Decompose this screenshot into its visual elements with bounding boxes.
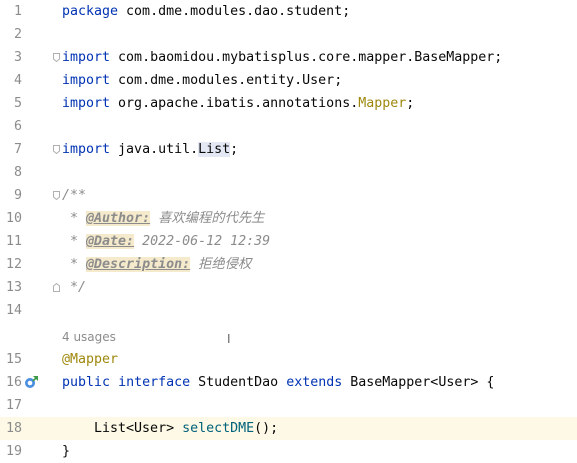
code-text[interactable]: import com.baomidou.mybatisplus.core.map… [62, 46, 502, 69]
code-line[interactable]: 8 [0, 161, 577, 184]
line-number: 16 [5, 375, 22, 390]
code-token: * [62, 211, 87, 226]
code-text[interactable]: } [62, 440, 70, 463]
code-token: ; [230, 142, 239, 157]
line-number: 13 [5, 280, 22, 295]
code-line[interactable]: 15 @Mapper [0, 348, 577, 371]
line-number: 17 [5, 398, 22, 413]
code-line[interactable]: 5 import org.apache.ibatis.annotations.Ma… [0, 92, 577, 115]
code-token: * [62, 234, 87, 249]
line-number: 2 [13, 27, 22, 42]
usages-inlay-hint[interactable]: 4 usages [62, 326, 116, 349]
code-line[interactable]: 6 [0, 115, 577, 138]
code-token: @Description: [86, 257, 191, 272]
code-text[interactable]: * @Author: 喜欢编程的代先生 [62, 207, 264, 230]
code-line[interactable]: 18 List<User> selectDME(); [0, 417, 577, 440]
code-text[interactable]: * @Description: 拒绝侵权 [62, 253, 251, 276]
code-token: import [62, 73, 119, 88]
line-number: 7 [13, 142, 22, 157]
code-token: com.baomidou.mybatisplus.core.mapper.Bas… [118, 50, 503, 65]
code-line[interactable]: 10 * @Author: 喜欢编程的代先生 [0, 207, 577, 230]
code-token: List [198, 142, 231, 157]
code-token: } [62, 444, 71, 459]
code-token: BaseMapper<User> { [342, 375, 495, 390]
code-token: ; [406, 96, 415, 111]
code-token: extends [286, 375, 343, 390]
line-number: 8 [13, 165, 22, 180]
line-number: 19 [5, 444, 22, 459]
code-token: interface [118, 375, 191, 390]
code-token: * [62, 257, 87, 272]
code-line[interactable]: 16 public interface StudentDao extends Ba… [0, 371, 577, 394]
mouse-text-cursor: I [227, 332, 231, 346]
implemented-interface-icon[interactable] [24, 374, 40, 390]
code-token: import [62, 142, 119, 157]
line-number: 6 [13, 119, 22, 134]
code-token: package [62, 4, 127, 19]
fold-marker-icon[interactable] [53, 191, 60, 200]
code-line[interactable]: 17 [0, 394, 577, 417]
code-token: java.util. [118, 142, 199, 157]
line-number: 9 [13, 188, 22, 203]
code-text[interactable]: * @Date: 2022-06-12 12:39 [62, 230, 270, 253]
code-token: @Author: [86, 211, 151, 226]
code-line[interactable]: 9 /** [0, 184, 577, 207]
code-text[interactable]: /** [62, 184, 86, 207]
code-token: import [62, 50, 119, 65]
code-text[interactable]: import com.dme.modules.entity.User; [62, 69, 342, 92]
code-token: @Mapper [62, 352, 119, 367]
code-token: StudentDao [190, 375, 287, 390]
line-number: 14 [5, 303, 22, 318]
code-text[interactable]: */ [62, 276, 86, 299]
line-number: 18 [5, 421, 22, 436]
fold-marker-icon[interactable] [53, 145, 60, 154]
line-number: 10 [5, 211, 22, 226]
code-line[interactable]: 12 * @Description: 拒绝侵权 [0, 253, 577, 276]
code-token: com.dme.modules.entity.User; [118, 73, 343, 88]
code-line[interactable]: 7 import java.util.List; [0, 138, 577, 161]
fold-marker-icon[interactable] [53, 53, 60, 62]
code-line[interactable]: 11 * @Date: 2022-06-12 12:39 [0, 230, 577, 253]
code-text[interactable]: List<User> selectDME(); [62, 417, 278, 440]
code-token: 喜欢编程的代先生 [150, 211, 265, 226]
code-token: public [62, 375, 111, 390]
code-line[interactable]: 3 import com.baomidou.mybatisplus.core.ma… [0, 46, 577, 69]
code-token: import [62, 96, 119, 111]
code-token: /** [62, 188, 87, 203]
code-line[interactable]: 2 [0, 23, 577, 46]
line-number: 15 [5, 352, 22, 367]
line-number: 1 [13, 4, 22, 19]
code-token: (); [254, 421, 279, 436]
fold-marker-icon[interactable] [53, 283, 60, 292]
code-line[interactable]: 4 import com.dme.modules.entity.User; [0, 69, 577, 92]
code-token: com.dme.modules.dao.student; [126, 4, 351, 19]
code-token: 2022-06-12 12:39 [134, 234, 271, 249]
line-number: 4 [13, 73, 22, 88]
code-text[interactable]: import java.util.List; [62, 138, 238, 161]
code-token: selectDME [182, 421, 255, 436]
code-line[interactable]: 13 */ [0, 276, 577, 299]
line-number: 11 [5, 234, 22, 249]
code-token: */ [62, 280, 87, 295]
code-token: Mapper [358, 96, 407, 111]
code-token: 拒绝侵权 [190, 257, 252, 272]
code-text[interactable]: public interface StudentDao extends Base… [62, 371, 494, 394]
code-text[interactable]: import org.apache.ibatis.annotations.Map… [62, 92, 414, 115]
code-token: List<User> [62, 421, 183, 436]
line-number: 5 [13, 96, 22, 111]
line-number: 3 [13, 50, 22, 65]
code-text[interactable]: @Mapper [62, 348, 118, 371]
code-token: @Date: [86, 234, 135, 249]
code-line[interactable]: 14 [0, 299, 577, 322]
code-line[interactable]: 1 package com.dme.modules.dao.student; [0, 0, 577, 23]
code-token: org.apache.ibatis.annotations. [118, 96, 359, 111]
code-line[interactable]: 19} [0, 440, 577, 463]
line-number: 12 [5, 257, 22, 272]
code-text[interactable]: package com.dme.modules.dao.student; [62, 0, 350, 23]
